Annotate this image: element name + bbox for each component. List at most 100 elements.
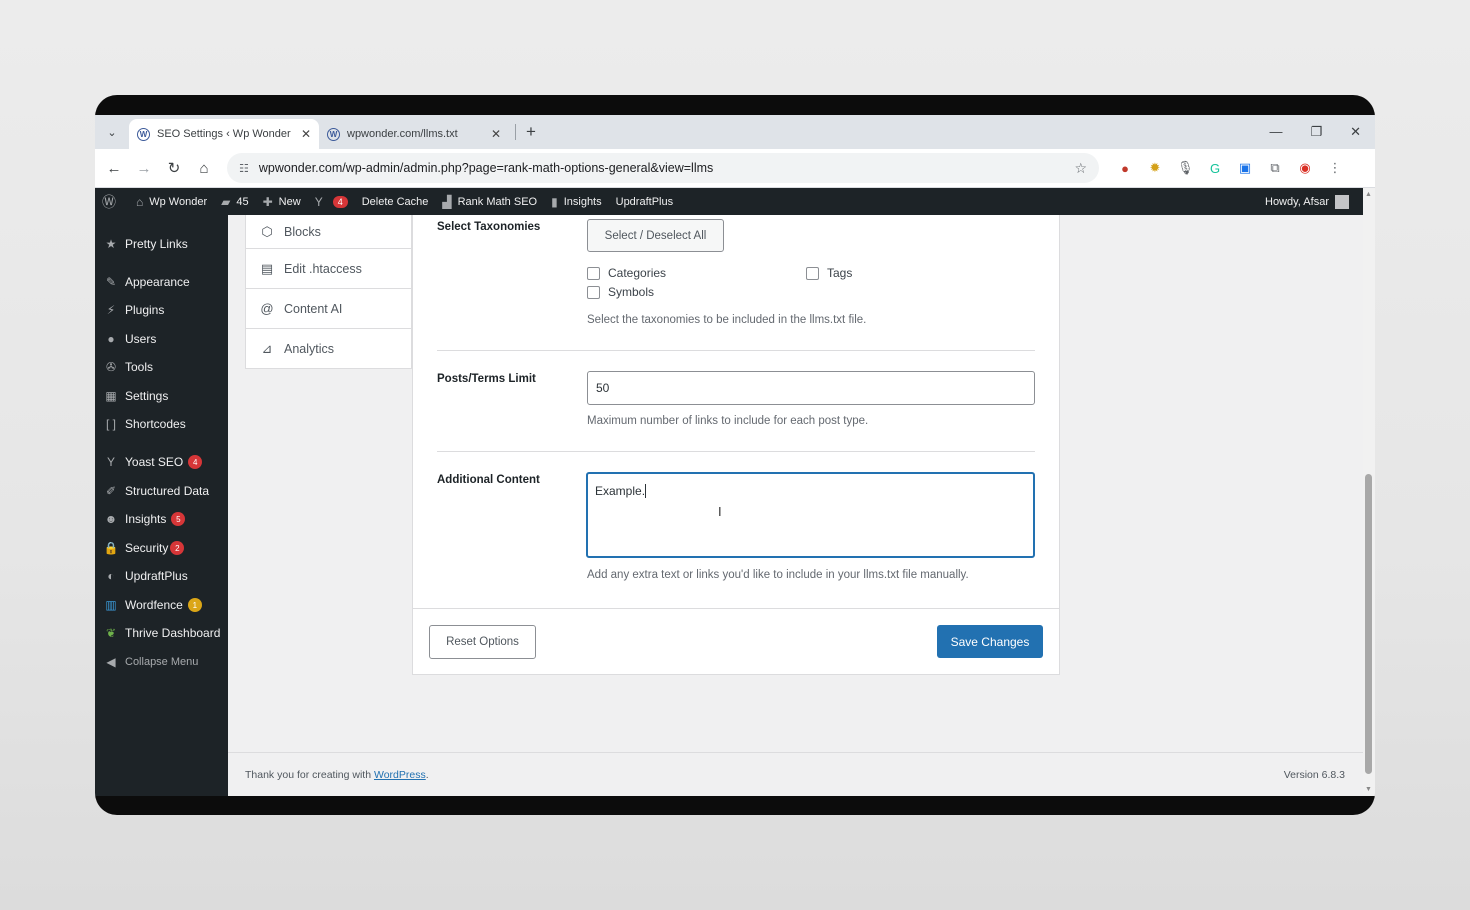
lock-icon: 🔒: [103, 541, 119, 555]
reload-icon[interactable]: ↻: [159, 159, 189, 177]
additional-content-label: Additional Content: [437, 474, 540, 486]
rank-math-menu[interactable]: ▟ Rank Math SEO: [435, 188, 544, 215]
profile-avatar[interactable]: ◉: [1297, 160, 1313, 176]
wp-footer: Thank you for creating with WordPress. V…: [228, 752, 1363, 796]
updraft-menu[interactable]: UpdraftPlus: [609, 188, 680, 215]
sidebar-item-label: Thrive Dashboard: [125, 626, 221, 640]
bookmark-star-icon[interactable]: ☆: [1074, 160, 1087, 177]
additional-content-description: Add any extra text or links you'd like t…: [587, 569, 969, 581]
sidebar-item-yoast[interactable]: Y Yoast SEO 4: [95, 449, 228, 475]
tags-checkbox[interactable]: Tags: [806, 266, 852, 280]
user-icon: ●: [107, 332, 115, 346]
sidebar-item-structured-data[interactable]: ✐ Structured Data: [95, 478, 228, 504]
insights-label: Insights: [563, 195, 602, 208]
my-account-menu[interactable]: Howdy, Afsar: [1265, 194, 1363, 209]
puzzle-icon[interactable]: ⧉: [1267, 160, 1283, 176]
sidebar-item-thrive-dashboard[interactable]: ❦ Thrive Dashboard: [95, 620, 228, 646]
back-icon[interactable]: ←: [99, 160, 129, 177]
avatar: [1335, 194, 1349, 209]
sidebar-item-security[interactable]: 🔒 Security 2: [95, 535, 228, 561]
site-info-icon[interactable]: ☷: [239, 162, 249, 175]
sidebar-item-label: Yoast SEO: [125, 455, 184, 469]
page-scrollbar[interactable]: ▲ ▼: [1363, 188, 1375, 796]
sidebar-item-label: Tools: [125, 360, 154, 374]
collapse-menu-button[interactable]: ◀ Collapse Menu: [95, 649, 228, 675]
comments-menu[interactable]: ▰ 45: [214, 188, 255, 215]
home-icon: ⌂: [136, 194, 144, 209]
sidebar-item-appearance[interactable]: ✎ Appearance: [95, 269, 228, 295]
select-deselect-all-button[interactable]: Select / Deselect All: [587, 219, 724, 252]
limit-input[interactable]: 50: [587, 371, 1035, 405]
sidebar-item-shortcodes[interactable]: [ ] Shortcodes: [95, 411, 228, 437]
scroll-up-icon[interactable]: ▲: [1365, 191, 1372, 198]
main-content: ⬡ Blocks ▤ Edit .htaccess @ Content AI ⊿ Ana…: [228, 215, 1363, 796]
analytics-icon: ⊿: [261, 340, 273, 356]
address-bar[interactable]: ☷ wpwonder.com/wp-admin/admin.php?page=r…: [227, 153, 1099, 183]
minimize-icon[interactable]: —: [1269, 124, 1282, 140]
mic-icon[interactable]: 🎙: [1177, 160, 1194, 176]
subnav-item-blocks[interactable]: ⬡ Blocks: [246, 215, 411, 249]
site-name-menu[interactable]: ⌂ Wp Wonder: [129, 188, 214, 215]
count-badge: 5: [171, 512, 186, 526]
subnav-item-content-ai[interactable]: @ Content AI: [246, 289, 411, 329]
browser-tab-llms[interactable]: W wpwonder.com/llms.txt ✕: [319, 119, 509, 149]
sidebar-item-label: UpdraftPlus: [125, 569, 188, 583]
wordpress-logo-icon: Ⓦ: [102, 193, 116, 210]
sidebar-item-wordfence[interactable]: ▥ Wordfence 1: [95, 592, 228, 618]
checkbox-box[interactable]: [806, 266, 819, 280]
yoast-menu[interactable]: Y4: [308, 188, 355, 215]
scroll-thumb[interactable]: [1365, 474, 1372, 774]
subnav-item-analytics[interactable]: ⊿ Analytics: [246, 329, 411, 369]
divider: [437, 350, 1035, 351]
restore-icon[interactable]: ❐: [1310, 124, 1322, 140]
wp-logo-menu[interactable]: Ⓦ: [95, 188, 129, 215]
sidebar-item-settings[interactable]: ▦ Settings: [95, 383, 228, 409]
save-changes-button[interactable]: Save Changes: [937, 625, 1043, 658]
window-controls: — ❐ ✕: [1269, 124, 1375, 140]
browser-tab-seo-settings[interactable]: W SEO Settings ‹ Wp Wonder — \ ✕: [129, 119, 319, 149]
tab-separator: [515, 124, 516, 140]
sidebar-item-plugins[interactable]: ⚡ Plugins: [95, 297, 228, 323]
reset-options-button[interactable]: Reset Options: [429, 625, 536, 659]
tab-search-icon[interactable]: ⌄: [95, 115, 129, 149]
new-tab-icon[interactable]: +: [526, 122, 536, 142]
insights-menu[interactable]: ▮ Insights: [544, 188, 609, 215]
close-tab-icon[interactable]: ✕: [491, 127, 501, 141]
sidebar-item-updraftplus[interactable]: ◐ UpdraftPlus: [95, 563, 228, 589]
sidebar-item-pretty-links[interactable]: ★ Pretty Links: [95, 231, 228, 257]
grammarly-icon[interactable]: G: [1207, 161, 1223, 176]
site-name: Wp Wonder: [149, 195, 208, 208]
subnav-label: Analytics: [284, 341, 335, 356]
new-content-menu[interactable]: ✚ New: [256, 188, 308, 215]
forward-icon[interactable]: →: [129, 160, 159, 177]
rank-math-ext-icon[interactable]: ●: [1117, 161, 1133, 176]
checkbox-box[interactable]: [587, 266, 600, 280]
symbols-checkbox[interactable]: Symbols: [587, 285, 654, 299]
close-window-icon[interactable]: ✕: [1350, 124, 1361, 140]
kebab-menu-icon[interactable]: ⋮: [1327, 160, 1343, 176]
scroll-down-icon[interactable]: ▼: [1365, 786, 1372, 793]
screenshot-ext-icon[interactable]: ▣: [1237, 160, 1253, 176]
leaf-icon: ❦: [105, 626, 117, 640]
admin-sidebar: ★ Pretty Links ✎ Appearance ⚡ Plugins ● User…: [95, 215, 228, 796]
sidebar-item-tools[interactable]: ✇ Tools: [95, 354, 228, 380]
sidebar-item-users[interactable]: ● Users: [95, 326, 228, 352]
browser-tabstrip: ⌄ W SEO Settings ‹ Wp Wonder — \ ✕ W wpw…: [95, 115, 1375, 149]
sidebar-item-label: Users: [125, 332, 157, 346]
close-tab-icon[interactable]: ✕: [301, 127, 311, 141]
delete-cache-label: Delete Cache: [361, 195, 429, 208]
categories-checkbox[interactable]: Categories: [587, 266, 666, 280]
home-icon[interactable]: ⌂: [189, 160, 219, 177]
taxonomies-description: Select the taxonomies to be included in …: [587, 314, 867, 326]
additional-content-textarea[interactable]: Example.: [586, 472, 1035, 558]
delete-cache-menu[interactable]: Delete Cache: [355, 188, 436, 215]
textarea-value: Example.: [595, 484, 646, 498]
wordpress-link[interactable]: WordPress: [374, 769, 426, 781]
subnav-item-htaccess[interactable]: ▤ Edit .htaccess: [246, 249, 411, 289]
sidebar-item-label: Security: [125, 541, 169, 555]
checkbox-box[interactable]: [587, 285, 600, 299]
subnav-label: Edit .htaccess: [284, 261, 362, 276]
sidebar-item-insights[interactable]: ☻ Insights 5: [95, 506, 228, 532]
gear-ext-icon[interactable]: ✹: [1147, 160, 1163, 176]
count-badge: 2: [170, 541, 185, 555]
